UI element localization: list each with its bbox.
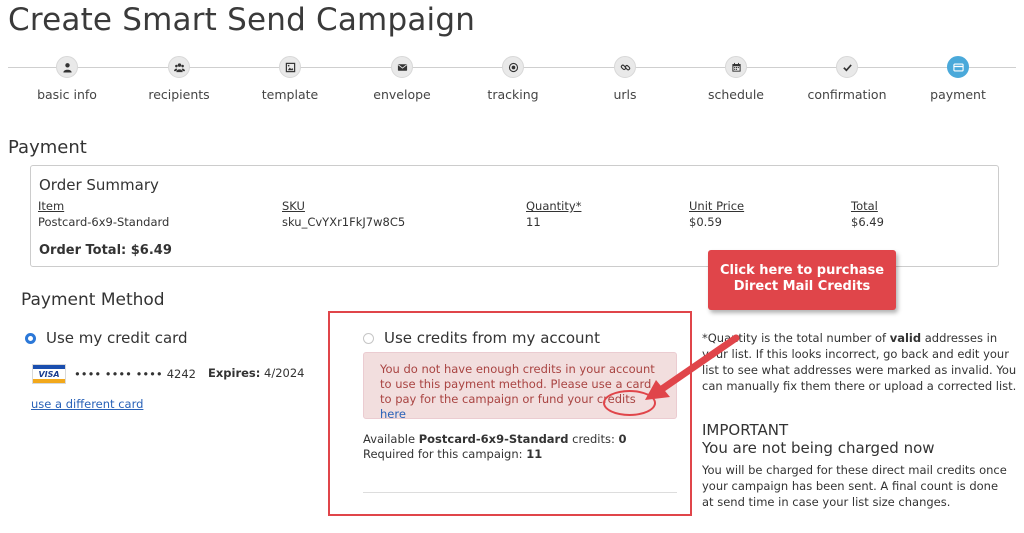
card-number-mask: •••• •••• •••• bbox=[74, 367, 163, 381]
order-col-unit-price: Unit Price $0.59 bbox=[689, 199, 744, 229]
available-count: 0 bbox=[618, 432, 627, 446]
envelope-icon bbox=[391, 56, 413, 78]
step-confirmation[interactable]: confirmation bbox=[791, 56, 903, 102]
quantity-note: *Quantity is the total number of valid a… bbox=[702, 330, 1018, 394]
required-credits-line: Required for this campaign: 11 bbox=[363, 447, 627, 462]
step-label: payment bbox=[930, 87, 986, 102]
expires-value: 4/2024 bbox=[264, 366, 305, 380]
divider bbox=[363, 492, 677, 493]
important-body: You will be charged for these direct mai… bbox=[702, 463, 1007, 509]
credit-card-icon bbox=[947, 56, 969, 78]
visa-card-icon: VISA bbox=[32, 364, 66, 384]
dot-circle-icon bbox=[502, 56, 524, 78]
required-count: 11 bbox=[526, 447, 543, 461]
step-label: schedule bbox=[707, 87, 765, 102]
order-col-quantity: Quantity* 11 bbox=[526, 199, 581, 229]
here-link-circle bbox=[603, 390, 656, 416]
step-urls[interactable]: urls bbox=[569, 56, 681, 102]
available-credits-line: Available Postcard-6x9-Standard credits:… bbox=[363, 432, 627, 447]
order-col-sku: SKU sku_CvYXr1FkJ7w8C5 bbox=[282, 199, 405, 229]
order-total: Order Total: $6.49 bbox=[39, 243, 172, 258]
section-title-payment: Payment bbox=[8, 137, 87, 158]
column-header-total: Total bbox=[851, 199, 878, 213]
column-header-quantity: Quantity* bbox=[526, 199, 582, 213]
order-col-item: Item Postcard-6x9-Standard bbox=[38, 199, 169, 229]
payment-method-title: Payment Method bbox=[21, 290, 165, 310]
callout-line1: Click here to purchase bbox=[719, 263, 885, 278]
step-recipients[interactable]: recipients bbox=[123, 56, 235, 102]
column-header-unit-price: Unit Price bbox=[689, 199, 745, 213]
wizard-steps: basic info recipients template envelope … bbox=[8, 50, 1016, 110]
column-header-item: Item bbox=[38, 199, 65, 213]
expires-label: Expires: bbox=[208, 366, 261, 380]
image-icon bbox=[279, 56, 301, 78]
purchase-credits-link[interactable]: here bbox=[380, 407, 406, 421]
order-cell-unit-price: $0.59 bbox=[689, 215, 722, 229]
step-tracking[interactable]: tracking bbox=[457, 56, 569, 102]
step-envelope[interactable]: envelope bbox=[346, 56, 458, 102]
step-payment[interactable]: payment bbox=[902, 56, 1014, 102]
note-part1: *Quantity is the total number of bbox=[702, 331, 890, 345]
order-cell-total: $6.49 bbox=[851, 215, 884, 229]
use-different-card-link[interactable]: use a different card bbox=[31, 397, 143, 411]
credit-card-option[interactable]: Use my credit card bbox=[25, 329, 188, 347]
step-label: urls bbox=[613, 87, 637, 102]
credits-option-label: Use credits from my account bbox=[384, 329, 600, 347]
important-subtitle: You are not being charged now bbox=[702, 439, 935, 457]
check-icon bbox=[836, 56, 858, 78]
credits-radio[interactable] bbox=[363, 332, 374, 344]
order-cell-item: Postcard-6x9-Standard bbox=[38, 215, 170, 229]
order-col-total: Total $6.49 bbox=[851, 199, 884, 229]
saved-card: VISA •••• •••• •••• 4242 bbox=[32, 364, 196, 384]
available-suffix: credits: bbox=[572, 432, 615, 446]
order-cell-quantity: 11 bbox=[526, 215, 541, 229]
step-label: envelope bbox=[373, 87, 431, 102]
column-header-sku: SKU bbox=[282, 199, 305, 213]
available-product: Postcard-6x9-Standard bbox=[418, 432, 569, 446]
step-label: tracking bbox=[487, 87, 539, 102]
note-bold: valid bbox=[889, 331, 922, 345]
card-expiry: Expires: 4/2024 bbox=[208, 366, 305, 380]
step-template[interactable]: template bbox=[234, 56, 346, 102]
card-last4: 4242 bbox=[166, 367, 196, 381]
link-icon bbox=[614, 56, 636, 78]
purchase-credits-callout: Click here to purchase Direct Mail Credi… bbox=[708, 250, 896, 310]
required-label: Required for this campaign: bbox=[363, 447, 523, 461]
step-schedule[interactable]: schedule bbox=[680, 56, 792, 102]
credit-card-option-label: Use my credit card bbox=[46, 329, 188, 347]
calendar-icon bbox=[725, 56, 747, 78]
credits-option[interactable]: Use credits from my account bbox=[363, 329, 600, 347]
step-label: template bbox=[261, 87, 319, 102]
important-title: IMPORTANT bbox=[702, 421, 789, 439]
visa-brand-text: VISA bbox=[38, 369, 60, 379]
user-icon bbox=[56, 56, 78, 78]
credits-availability: Available Postcard-6x9-Standard credits:… bbox=[363, 432, 627, 462]
users-icon bbox=[168, 56, 190, 78]
order-cell-sku: sku_CvYXr1FkJ7w8C5 bbox=[282, 215, 406, 229]
callout-line2: Direct Mail Credits bbox=[733, 279, 871, 294]
step-label: confirmation bbox=[807, 87, 887, 102]
page-title: Create Smart Send Campaign bbox=[8, 2, 476, 38]
available-prefix: Available bbox=[363, 432, 416, 446]
step-label: basic info bbox=[37, 87, 97, 102]
credit-card-radio[interactable] bbox=[25, 332, 36, 344]
order-summary-title: Order Summary bbox=[39, 176, 159, 194]
step-basic-info[interactable]: basic info bbox=[11, 56, 123, 102]
step-label: recipients bbox=[148, 87, 210, 102]
